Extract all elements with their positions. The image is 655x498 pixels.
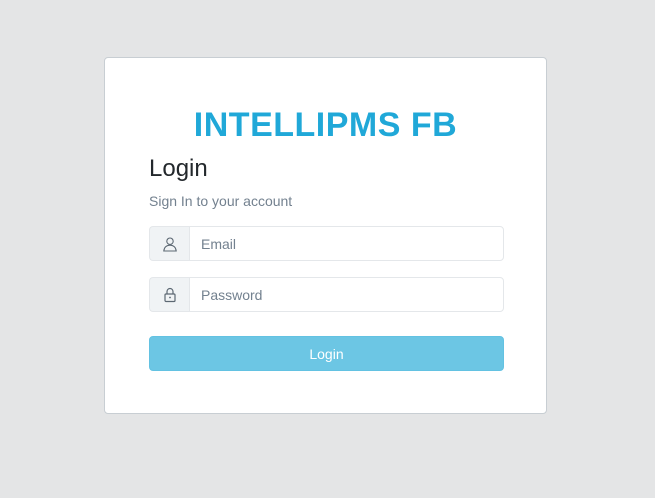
login-button[interactable]: Login xyxy=(149,336,504,371)
page-title: Login xyxy=(149,155,208,182)
page-subtitle: Sign In to your account xyxy=(149,193,293,209)
email-input-group xyxy=(149,226,504,261)
lock-icon xyxy=(149,277,189,312)
login-card: INTELLIPMS FB Login Sign In to your acco… xyxy=(104,57,547,414)
password-field[interactable] xyxy=(189,277,504,312)
user-icon xyxy=(149,226,189,261)
brand-title: INTELLIPMS FB xyxy=(193,106,458,144)
password-input-group xyxy=(149,277,504,312)
email-field[interactable] xyxy=(189,226,504,261)
